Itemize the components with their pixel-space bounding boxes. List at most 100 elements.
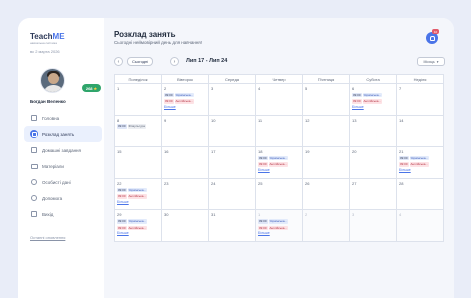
sidebar-item-2[interactable]: Домашні завдання bbox=[24, 142, 102, 158]
calendar-day-cell[interactable]: 22 09:00 Українська... 09:00 Англійська... Бі… bbox=[115, 178, 162, 210]
calendar-day-cell[interactable]: 23 bbox=[162, 178, 209, 210]
calendar-day-cell[interactable]: 1 bbox=[115, 84, 162, 115]
calendar-day-cell[interactable]: 21 09:00 Українська... 09:00 Англійська... Бі… bbox=[397, 147, 444, 178]
sidebar-item-6[interactable]: Вихід bbox=[24, 206, 102, 222]
calendar-day-cell[interactable]: 5 bbox=[303, 84, 350, 115]
calendar-day-cell[interactable]: 6 09:00 Українська... 09:00 Англійська... Біл… bbox=[350, 84, 397, 115]
homework-icon bbox=[30, 146, 38, 154]
calendar-day-cell[interactable]: 26 bbox=[303, 178, 350, 210]
sidebar-item-3[interactable]: Матеріали bbox=[24, 158, 102, 174]
lesson-event[interactable]: 09:00 Українська... bbox=[164, 92, 206, 98]
folder-icon bbox=[30, 162, 38, 170]
user-name: Богдан Веленко bbox=[30, 99, 66, 104]
prev-week-button[interactable]: ‹ bbox=[114, 57, 123, 66]
lesson-event[interactable]: 09:00 Англійська... bbox=[117, 225, 159, 231]
avatar[interactable] bbox=[40, 68, 65, 93]
calendar-day-cell[interactable]: 3 bbox=[350, 210, 397, 241]
day-number: 28 bbox=[399, 180, 404, 186]
calendar-day-cell[interactable]: 28 bbox=[397, 178, 444, 210]
sidebar-item-1[interactable]: Розклад занять bbox=[24, 126, 102, 142]
event-name: Українська... bbox=[362, 92, 383, 98]
more-link[interactable]: Більше bbox=[399, 168, 441, 172]
lesson-event[interactable]: 09:00 Англійська... bbox=[164, 99, 206, 104]
last-updates-link[interactable]: Останні оновлення bbox=[30, 235, 65, 240]
home-icon bbox=[30, 114, 38, 122]
next-week-button[interactable]: › bbox=[170, 57, 179, 66]
lesson-event[interactable]: 09:00 Фізкультура bbox=[117, 124, 159, 129]
event-time: 09:00 bbox=[399, 155, 409, 161]
day-number: 25 bbox=[258, 180, 263, 186]
calendar-day-cell[interactable]: 25 bbox=[256, 178, 303, 210]
calendar-day-cell[interactable]: 4 bbox=[256, 84, 303, 115]
day-number: 20 bbox=[352, 149, 357, 155]
day-number: 4 bbox=[399, 212, 402, 218]
event-time: 09:00 bbox=[117, 219, 127, 224]
calendar-day-cell[interactable]: 20 bbox=[350, 147, 397, 178]
lesson-event[interactable]: 09:00 Українська... bbox=[117, 219, 159, 224]
weekday-label: Вівторок bbox=[162, 75, 209, 83]
page-title: Розклад занять bbox=[114, 30, 176, 39]
calendar-day-cell[interactable]: 29 09:00 Українська... 09:00 Англійська... Бі… bbox=[115, 210, 162, 241]
calendar-day-cell[interactable]: 24 bbox=[209, 178, 256, 210]
day-number: 3 bbox=[352, 212, 355, 218]
view-select[interactable]: Місяць ▾ bbox=[417, 57, 445, 66]
calendar-day-cell[interactable]: 16 bbox=[162, 147, 209, 178]
calendar-day-cell[interactable]: 10 bbox=[209, 115, 256, 147]
calendar-day-cell[interactable]: 1 09:00 Українська... 09:00 Англійська... Біл… bbox=[256, 210, 303, 241]
lesson-event[interactable]: 09:00 Англійська... bbox=[352, 99, 394, 104]
sidebar-item-0[interactable]: Головна bbox=[24, 110, 102, 126]
calendar-week-row: 8 09:00 Фізкультура 9 10 11 12 13 14 bbox=[114, 115, 444, 148]
calendar-day-cell[interactable]: 12 bbox=[303, 115, 350, 147]
calendar-day-cell[interactable]: 31 bbox=[209, 210, 256, 241]
calendar-day-cell[interactable]: 17 bbox=[209, 147, 256, 178]
event-name: Англійська... bbox=[362, 99, 382, 104]
event-time: 09:00 bbox=[117, 124, 127, 129]
lesson-event[interactable]: 09:00 Українська... bbox=[399, 155, 441, 161]
calendar-day-cell[interactable]: 7 bbox=[397, 84, 444, 115]
calendar-day-cell[interactable]: 30 bbox=[162, 210, 209, 241]
more-link[interactable]: Більше bbox=[117, 200, 159, 204]
logo[interactable]: TeachME bbox=[30, 32, 65, 41]
lesson-event[interactable]: 09:00 Англійська... bbox=[258, 162, 300, 167]
sidebar-item-label: Особисті дані bbox=[42, 179, 71, 185]
lesson-event[interactable]: 09:00 Українська... bbox=[352, 92, 394, 98]
day-number: 18 bbox=[258, 149, 263, 155]
help-icon bbox=[30, 194, 38, 202]
calendar-day-cell[interactable]: 9 bbox=[162, 115, 209, 147]
event-time: 09:00 bbox=[258, 219, 268, 224]
calendar-day-cell[interactable]: 8 09:00 Фізкультура bbox=[115, 115, 162, 147]
calendar-day-cell[interactable]: 14 bbox=[397, 115, 444, 147]
calendar-day-cell[interactable]: 13 bbox=[350, 115, 397, 147]
calendar-day-cell[interactable]: 19 bbox=[303, 147, 350, 178]
calendar-day-cell[interactable]: 11 bbox=[256, 115, 303, 147]
sidebar-item-5[interactable]: Допомога bbox=[24, 190, 102, 206]
day-number: 11 bbox=[258, 117, 263, 123]
star-icon: ★ bbox=[93, 85, 98, 91]
lesson-event[interactable]: 09:00 Англійська... bbox=[399, 162, 441, 167]
calendar-day-cell[interactable]: 2 09:00 Українська... 09:00 Англійська... Біл… bbox=[162, 84, 209, 115]
lesson-event[interactable]: 09:00 Англійська... bbox=[258, 225, 300, 231]
weekday-label: Середа bbox=[209, 75, 256, 83]
more-link[interactable]: Більше bbox=[352, 105, 394, 109]
lesson-event[interactable]: 09:00 Англійська... bbox=[117, 194, 159, 199]
more-link[interactable]: Більше bbox=[258, 231, 300, 235]
more-link[interactable]: Більше bbox=[117, 231, 159, 235]
user-icon bbox=[30, 178, 38, 186]
sidebar-item-label: Допомога bbox=[42, 195, 63, 201]
lesson-event[interactable]: 09:00 Українська... bbox=[117, 187, 159, 193]
more-link[interactable]: Більше bbox=[258, 168, 300, 172]
calendar-day-cell[interactable]: 27 bbox=[350, 178, 397, 210]
lesson-event[interactable]: 09:00 Українська... bbox=[258, 155, 300, 161]
calendar-day-cell[interactable]: 18 09:00 Українська... 09:00 Англійська... Бі… bbox=[256, 147, 303, 178]
weekday-label: П'ятниця bbox=[303, 75, 350, 83]
calendar-week-row: 1 2 09:00 Українська... 09:00 Англійська... Бі… bbox=[114, 84, 444, 116]
calendar-day-cell[interactable]: 4 bbox=[397, 210, 444, 241]
calendar-day-cell[interactable]: 3 bbox=[209, 84, 256, 115]
today-button[interactable]: Сьогодні bbox=[127, 57, 154, 66]
calendar-day-cell[interactable]: 2 bbox=[303, 210, 350, 241]
sidebar-item-4[interactable]: Особисті дані bbox=[24, 174, 102, 190]
lesson-event[interactable]: 09:00 Українська... bbox=[258, 219, 300, 224]
calendar-day-cell[interactable]: 15 bbox=[115, 147, 162, 178]
more-link[interactable]: Більше bbox=[164, 105, 206, 109]
weekday-label: Субота bbox=[350, 75, 397, 83]
